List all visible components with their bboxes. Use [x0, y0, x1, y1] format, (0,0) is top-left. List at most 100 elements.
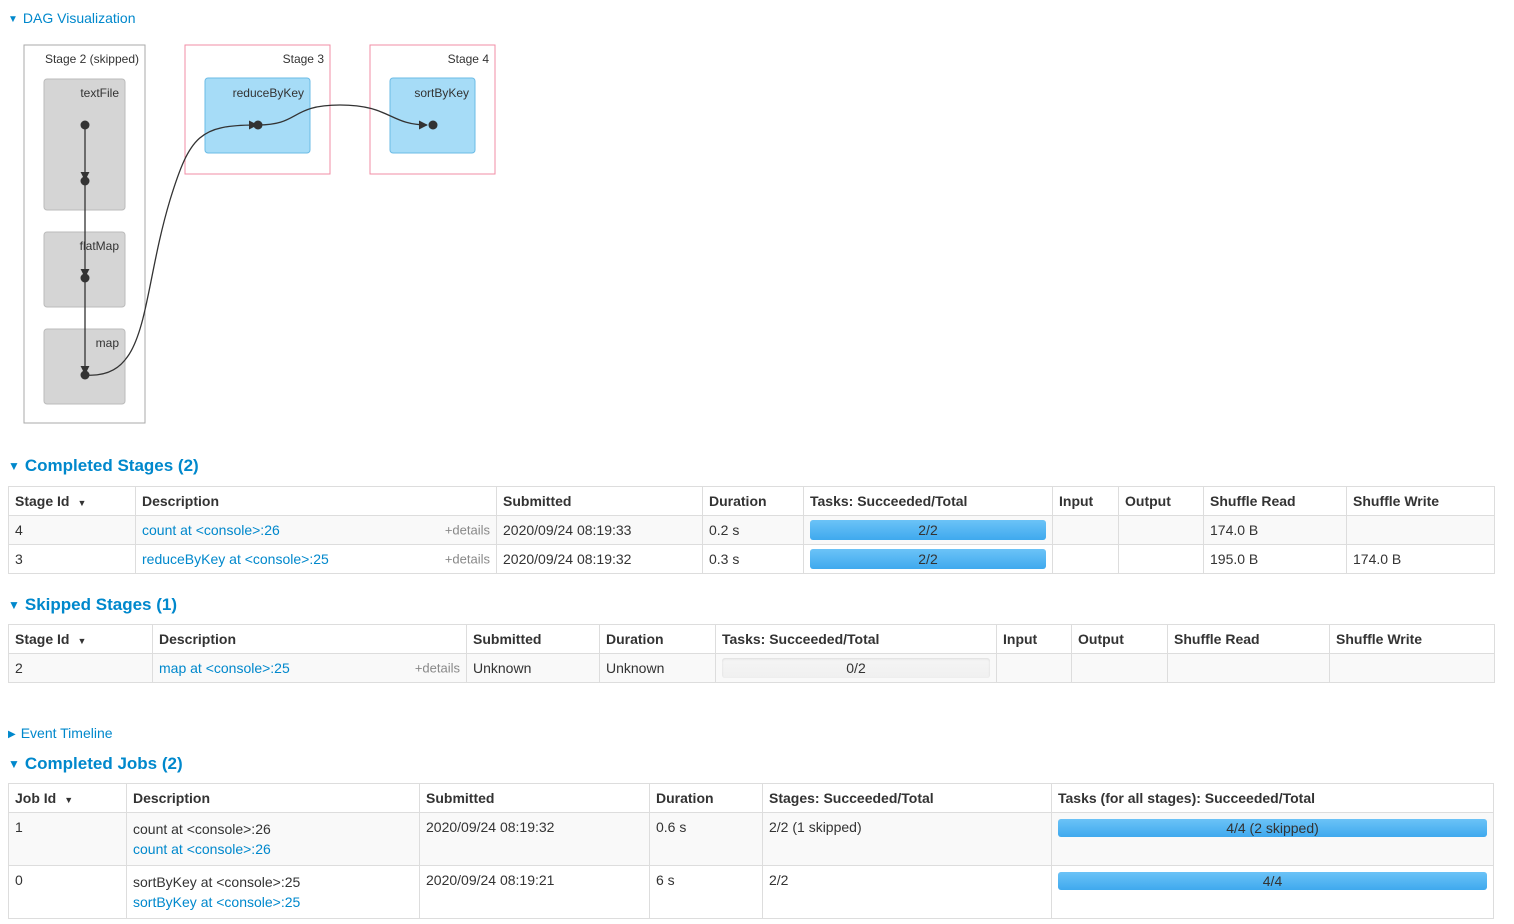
col-submitted[interactable]: Submitted: [466, 624, 600, 654]
duration-cell: Unknown: [599, 653, 716, 683]
job-description-text: count at <console>:26: [133, 821, 271, 837]
job-description-link[interactable]: sortByKey at <console>:25: [133, 892, 413, 912]
job-description-link[interactable]: count at <console>:26: [133, 839, 413, 859]
col-input[interactable]: Input: [1052, 486, 1119, 516]
shuffle-read-cell: 195.0 B: [1203, 544, 1347, 574]
col-stages[interactable]: Stages: Succeeded/Total: [762, 783, 1052, 813]
completed-stages-title: Completed Stages (2): [24, 456, 199, 475]
stage-description-link[interactable]: map at <console>:25: [159, 660, 290, 676]
shuffle-write-cell: 174.0 B: [1346, 544, 1495, 574]
table-header-row: Job Id ▼ Description Submitted Duration S…: [8, 783, 1494, 813]
stage-description-link[interactable]: reduceByKey at <console>:25: [142, 551, 329, 567]
dag-node-dot: [80, 370, 90, 380]
col-shuffle-read[interactable]: Shuffle Read: [1203, 486, 1347, 516]
col-tasks[interactable]: Tasks: Succeeded/Total: [715, 624, 997, 654]
stage-id-cell: 2: [8, 653, 153, 683]
col-duration[interactable]: Duration: [702, 486, 804, 516]
sort-desc-icon: ▼: [77, 636, 87, 646]
progress-bar: 2/2: [810, 549, 1046, 569]
col-description[interactable]: Description: [152, 624, 467, 654]
job-id-cell: 0: [8, 865, 127, 919]
col-duration[interactable]: Duration: [649, 783, 763, 813]
description-cell: count at <console>:26 count at <console>…: [126, 812, 420, 866]
stage-description-link[interactable]: count at <console>:26: [142, 522, 280, 538]
table-header-row: Stage Id ▼ Description Submitted Duration…: [8, 486, 1495, 516]
dag-node-dot: [253, 120, 263, 130]
dag-node-dot: [80, 273, 90, 283]
output-cell: [1118, 544, 1204, 574]
tasks-cell: 2/2: [803, 515, 1053, 545]
skipped-stages-table: Stage Id ▼ Description Submitted Duration…: [8, 624, 1495, 683]
progress-bar: 4/4: [1058, 872, 1487, 890]
table-row: 3 reduceByKey at <console>:25 +details 2…: [8, 544, 1495, 574]
progress-bar: 2/2: [810, 520, 1046, 540]
caret-down-icon: ▼: [8, 459, 20, 473]
tasks-cell: 0/2: [715, 653, 997, 683]
progress-text: 0/2: [846, 660, 866, 676]
description-cell: map at <console>:25 +details: [152, 653, 467, 683]
stage-id-cell: 4: [8, 515, 136, 545]
table-row: 4 count at <console>:26 +details 2020/09…: [8, 515, 1495, 545]
col-submitted[interactable]: Submitted: [419, 783, 650, 813]
progress-text: 2/2: [918, 522, 938, 538]
submitted-cell: 2020/09/24 08:19:21: [419, 865, 650, 919]
completed-stages-toggle[interactable]: ▼ Completed Stages (2): [8, 456, 199, 476]
description-cell: count at <console>:26 +details: [135, 515, 497, 545]
skipped-stages-toggle[interactable]: ▼ Skipped Stages (1): [8, 595, 177, 615]
dag-node-dot: [80, 176, 90, 186]
details-toggle[interactable]: +details: [445, 552, 490, 567]
stage-id-cell: 3: [8, 544, 136, 574]
tasks-cell: 4/4 (2 skipped): [1051, 812, 1494, 866]
rdd-sortbykey[interactable]: sortByKey: [389, 77, 476, 154]
dag-node-dot: [428, 120, 438, 130]
rdd-sortbykey-label: sortByKey: [414, 86, 469, 100]
col-shuffle-read[interactable]: Shuffle Read: [1167, 624, 1330, 654]
shuffle-write-cell: [1329, 653, 1495, 683]
col-output[interactable]: Output: [1118, 486, 1204, 516]
event-timeline-toggle[interactable]: ▶ Event Timeline: [8, 725, 113, 741]
shuffle-read-cell: [1167, 653, 1330, 683]
duration-cell: 6 s: [649, 865, 763, 919]
job-id-cell: 1: [8, 812, 127, 866]
col-submitted[interactable]: Submitted: [496, 486, 703, 516]
col-duration[interactable]: Duration: [599, 624, 716, 654]
col-tasks[interactable]: Tasks: Succeeded/Total: [803, 486, 1053, 516]
col-description[interactable]: Description: [135, 486, 497, 516]
details-toggle[interactable]: +details: [445, 523, 490, 538]
col-output[interactable]: Output: [1071, 624, 1168, 654]
col-shuffle-write[interactable]: Shuffle Write: [1346, 486, 1495, 516]
col-tasks[interactable]: Tasks (for all stages): Succeeded/Total: [1051, 783, 1494, 813]
progress-text: 4/4 (2 skipped): [1226, 820, 1319, 836]
shuffle-write-cell: [1346, 515, 1495, 545]
col-job-id[interactable]: Job Id ▼: [8, 783, 127, 813]
completed-jobs-title: Completed Jobs (2): [24, 754, 183, 773]
col-input[interactable]: Input: [996, 624, 1072, 654]
table-header-row: Stage Id ▼ Description Submitted Duration…: [8, 624, 1495, 654]
output-cell: [1071, 653, 1168, 683]
caret-down-icon: ▼: [8, 757, 20, 771]
submitted-cell: 2020/09/24 08:19:32: [419, 812, 650, 866]
input-cell: [1052, 544, 1119, 574]
completed-stages-table: Stage Id ▼ Description Submitted Duration…: [8, 486, 1495, 574]
col-description[interactable]: Description: [126, 783, 420, 813]
duration-cell: 0.6 s: [649, 812, 763, 866]
col-stage-id[interactable]: Stage Id ▼: [8, 624, 153, 654]
skipped-stages-title: Skipped Stages (1): [24, 595, 177, 614]
progress-bar: 0/2: [722, 658, 990, 678]
duration-cell: 0.3 s: [702, 544, 804, 574]
progress-bar: 4/4 (2 skipped): [1058, 819, 1487, 837]
col-shuffle-write[interactable]: Shuffle Write: [1329, 624, 1495, 654]
caret-down-icon: ▼: [8, 598, 20, 612]
table-row: 1 count at <console>:26 count at <consol…: [8, 812, 1494, 866]
details-toggle[interactable]: +details: [415, 661, 460, 676]
event-timeline-label: Event Timeline: [20, 725, 113, 741]
input-cell: [996, 653, 1072, 683]
shuffle-read-cell: 174.0 B: [1203, 515, 1347, 545]
dag-graph: Stage 2 (skipped) textFile flatMap map S…: [23, 44, 496, 424]
stages-cell: 2/2 (1 skipped): [762, 812, 1052, 866]
completed-jobs-toggle[interactable]: ▼ Completed Jobs (2): [8, 754, 183, 774]
dag-node-dot: [80, 120, 90, 130]
rdd-reducebykey-label: reduceByKey: [233, 86, 304, 100]
col-stage-id[interactable]: Stage Id ▼: [8, 486, 136, 516]
output-cell: [1118, 515, 1204, 545]
